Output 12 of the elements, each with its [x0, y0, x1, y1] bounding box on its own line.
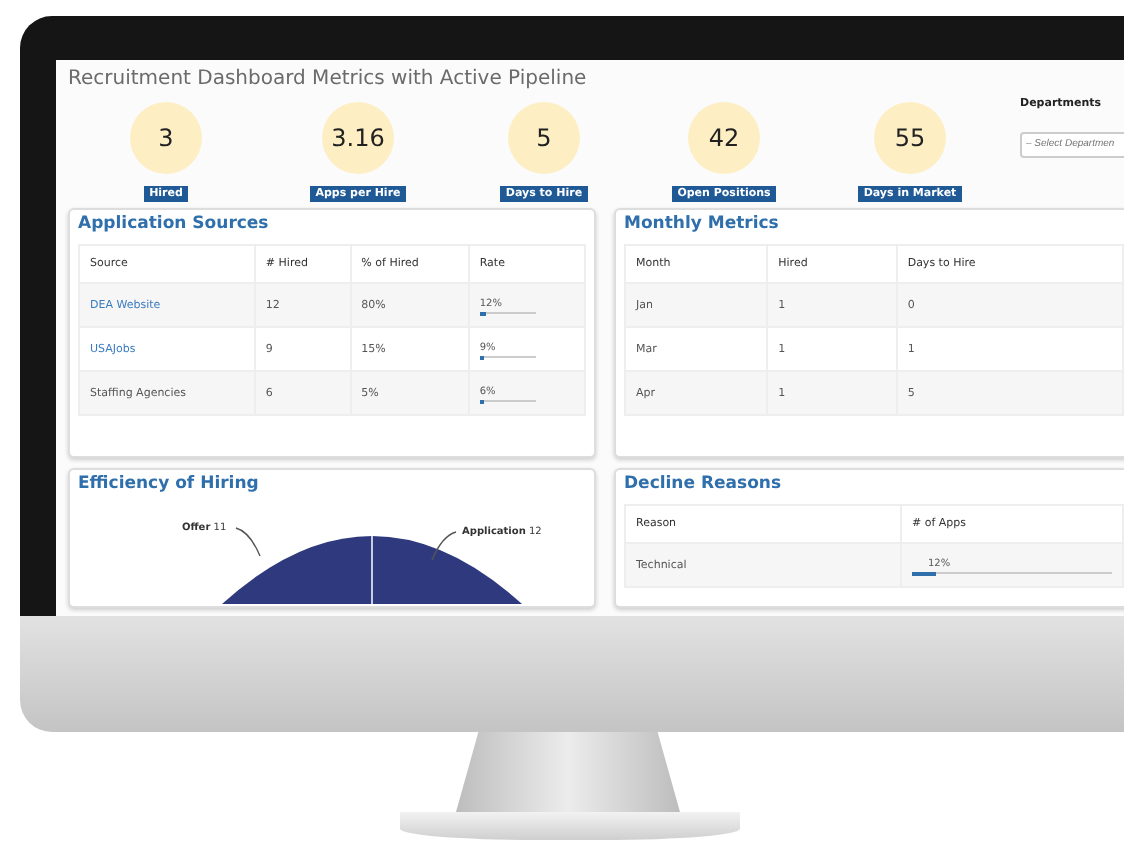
panel-title: Monthly Metrics: [624, 214, 781, 234]
leader-line: [234, 526, 262, 558]
metric-value: 42: [688, 102, 760, 174]
panel-title: Decline Reasons: [624, 474, 784, 494]
metric-value: 3: [130, 102, 202, 174]
dashboard-title: Recruitment Dashboard Metrics with Active Pipeline: [68, 68, 589, 90]
panel-title: Efficiency of Hiring: [78, 474, 261, 494]
metric-value: 3.16: [322, 102, 394, 174]
panel-title: Application Sources: [78, 214, 271, 234]
metric-value: 5: [508, 102, 580, 174]
metric-value: 55: [874, 102, 946, 174]
leader-line: [430, 530, 458, 562]
